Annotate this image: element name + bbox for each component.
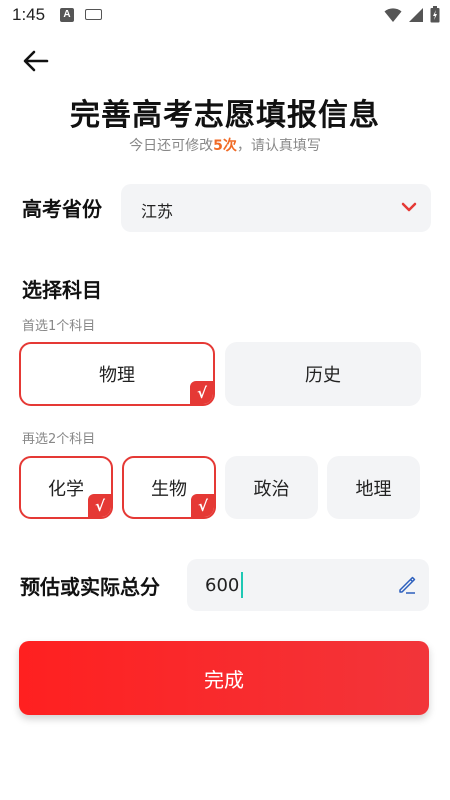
subject-chip-chemistry[interactable]: 化学 √ (19, 456, 113, 519)
status-bar: 1:45 A (0, 0, 450, 32)
province-select[interactable]: 江苏 (121, 184, 431, 232)
subject-chip-politics[interactable]: 政治 (225, 456, 318, 519)
province-value: 江苏 (141, 202, 174, 221)
subject-chip-biology[interactable]: 生物 √ (122, 456, 216, 519)
status-icons (384, 6, 440, 23)
keyboard-icon (85, 9, 102, 20)
back-button[interactable] (20, 45, 52, 77)
subject-chip-label: 物理 (99, 365, 135, 386)
first-choice-label: 首选1个科目 (22, 319, 96, 334)
signal-icon (409, 7, 423, 22)
score-label: 预估或实际总分 (20, 575, 160, 599)
remaining-edits-count: 5次 (213, 138, 237, 154)
submit-button[interactable]: 完成 (19, 641, 429, 715)
province-label: 高考省份 (22, 197, 102, 221)
second-choice-label: 再选2个科目 (22, 432, 96, 447)
subject-chip-label: 化学 (48, 478, 84, 500)
status-time: 1:45 (12, 5, 46, 24)
score-input[interactable] (205, 571, 385, 599)
subject-chip-label: 地理 (355, 478, 392, 500)
notification-a-icon: A (60, 8, 74, 22)
wifi-icon (384, 7, 402, 22)
score-field[interactable] (187, 559, 429, 611)
checkmark-icon: √ (190, 381, 213, 404)
subject-chip-label: 历史 (305, 365, 341, 386)
text-caret (241, 572, 243, 598)
page-title: 完善高考志愿填报信息 (70, 98, 380, 133)
chevron-down-icon (401, 202, 417, 212)
arrow-left-icon (23, 50, 49, 72)
subject-chip-label: 生物 (151, 478, 187, 500)
checkmark-icon: √ (88, 494, 111, 517)
subject-chip-history[interactable]: 历史 (225, 342, 421, 406)
subject-chip-label: 政治 (253, 478, 290, 500)
pencil-icon[interactable] (397, 575, 417, 595)
subtitle-suffix: ，请认真填写 (236, 138, 321, 154)
subject-chip-physics[interactable]: 物理 √ (19, 342, 215, 406)
battery-icon (430, 6, 440, 23)
subjects-label: 选择科目 (22, 278, 102, 302)
checkmark-icon: √ (191, 494, 214, 517)
subtitle: 今日还可修改5次，请认真填写 (0, 135, 450, 155)
subtitle-prefix: 今日还可修改 (129, 138, 214, 154)
subject-chip-geography[interactable]: 地理 (327, 456, 420, 519)
